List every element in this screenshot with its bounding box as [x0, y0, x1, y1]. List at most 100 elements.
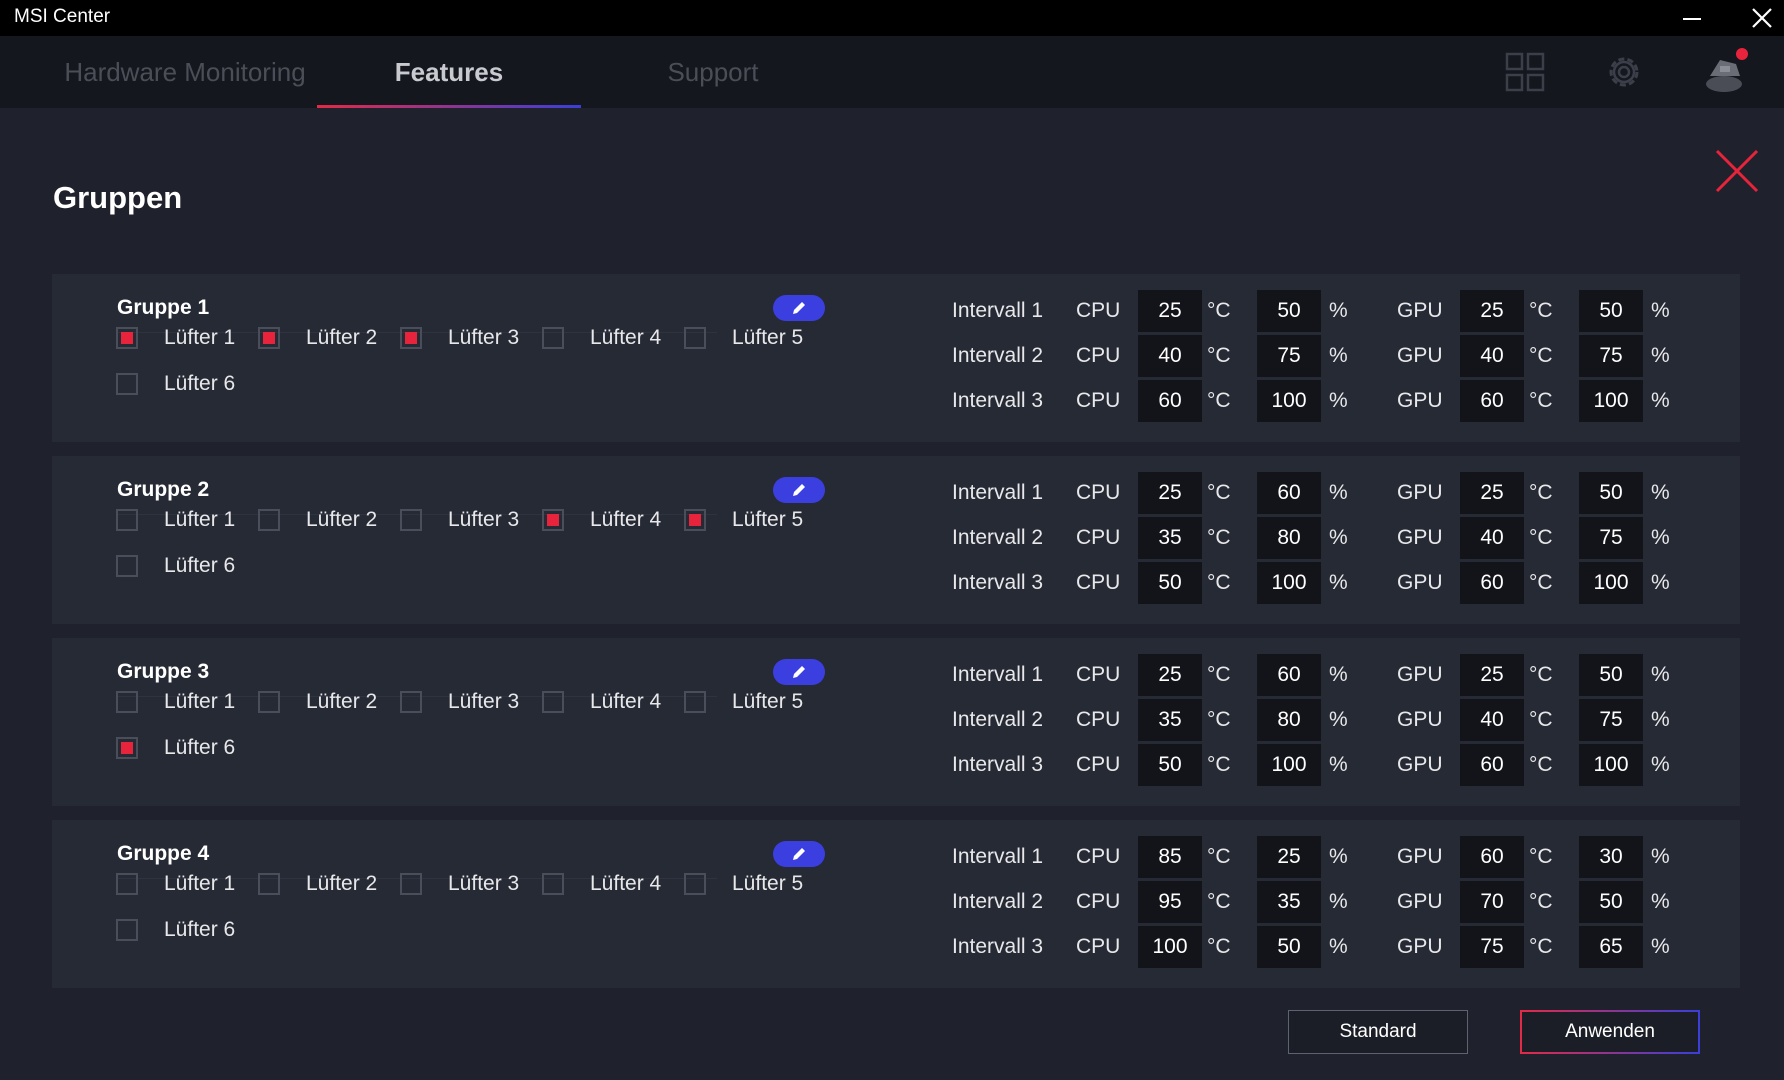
checkbox[interactable] — [258, 509, 280, 531]
fan-checkbox-item[interactable]: Lüfter 5 — [684, 324, 803, 352]
avatar-icon[interactable] — [1702, 46, 1752, 96]
gpu-fan-percent-input[interactable]: 50 — [1579, 654, 1643, 696]
gpu-fan-percent-input[interactable]: 50 — [1579, 290, 1643, 332]
checkbox[interactable] — [542, 873, 564, 895]
cpu-temp-input[interactable]: 25 — [1138, 290, 1202, 332]
fan-checkbox-item[interactable]: Lüfter 5 — [684, 870, 803, 898]
checkbox[interactable] — [400, 873, 422, 895]
checkbox[interactable] — [116, 373, 138, 395]
cpu-temp-input[interactable]: 60 — [1138, 380, 1202, 422]
grid-icon[interactable] — [1503, 50, 1547, 94]
checkbox[interactable] — [684, 691, 706, 713]
gpu-temp-input[interactable]: 25 — [1460, 290, 1524, 332]
fan-checkbox-item[interactable]: Lüfter 3 — [400, 870, 519, 898]
gpu-temp-input[interactable]: 40 — [1460, 699, 1524, 741]
checkbox[interactable] — [542, 509, 564, 531]
cpu-fan-percent-input[interactable]: 80 — [1257, 517, 1321, 559]
edit-group-button[interactable] — [773, 477, 825, 503]
cpu-fan-percent-input[interactable]: 50 — [1257, 290, 1321, 332]
cpu-temp-input[interactable]: 95 — [1138, 881, 1202, 923]
minimize-button[interactable] — [1666, 0, 1718, 36]
cpu-temp-input[interactable]: 50 — [1138, 562, 1202, 604]
fan-checkbox-item[interactable]: Lüfter 4 — [542, 324, 661, 352]
cpu-temp-input[interactable]: 25 — [1138, 472, 1202, 514]
gpu-fan-percent-input[interactable]: 50 — [1579, 472, 1643, 514]
cpu-fan-percent-input[interactable]: 25 — [1257, 836, 1321, 878]
gpu-temp-input[interactable]: 25 — [1460, 654, 1524, 696]
checkbox[interactable] — [258, 873, 280, 895]
checkbox[interactable] — [116, 555, 138, 577]
fan-checkbox-item[interactable]: Lüfter 1 — [116, 324, 235, 352]
gpu-temp-input[interactable]: 25 — [1460, 472, 1524, 514]
checkbox[interactable] — [684, 873, 706, 895]
fan-checkbox-item[interactable]: Lüfter 5 — [684, 688, 803, 716]
fan-checkbox-item[interactable]: Lüfter 4 — [542, 870, 661, 898]
gpu-temp-input[interactable]: 75 — [1460, 926, 1524, 968]
checkbox[interactable] — [116, 919, 138, 941]
fan-checkbox-item[interactable]: Lüfter 6 — [116, 916, 235, 944]
window-close-button[interactable] — [1736, 0, 1784, 36]
gpu-temp-input[interactable]: 60 — [1460, 744, 1524, 786]
panel-close-icon[interactable] — [1714, 148, 1760, 194]
fan-checkbox-item[interactable]: Lüfter 2 — [258, 688, 377, 716]
cpu-fan-percent-input[interactable]: 35 — [1257, 881, 1321, 923]
cpu-fan-percent-input[interactable]: 80 — [1257, 699, 1321, 741]
cpu-fan-percent-input[interactable]: 60 — [1257, 654, 1321, 696]
edit-group-button[interactable] — [773, 295, 825, 321]
gpu-temp-input[interactable]: 70 — [1460, 881, 1524, 923]
fan-checkbox-item[interactable]: Lüfter 6 — [116, 734, 235, 762]
checkbox[interactable] — [542, 327, 564, 349]
checkbox[interactable] — [116, 509, 138, 531]
gpu-fan-percent-input[interactable]: 75 — [1579, 335, 1643, 377]
fan-checkbox-item[interactable]: Lüfter 6 — [116, 370, 235, 398]
gpu-fan-percent-input[interactable]: 65 — [1579, 926, 1643, 968]
checkbox[interactable] — [116, 873, 138, 895]
fan-checkbox-item[interactable]: Lüfter 2 — [258, 870, 377, 898]
cpu-fan-percent-input[interactable]: 100 — [1257, 744, 1321, 786]
gpu-fan-percent-input[interactable]: 100 — [1579, 380, 1643, 422]
fan-checkbox-item[interactable]: Lüfter 2 — [258, 324, 377, 352]
gear-icon[interactable] — [1602, 50, 1646, 94]
gpu-temp-input[interactable]: 60 — [1460, 562, 1524, 604]
cpu-temp-input[interactable]: 35 — [1138, 517, 1202, 559]
checkbox[interactable] — [542, 691, 564, 713]
edit-group-button[interactable] — [773, 659, 825, 685]
cpu-temp-input[interactable]: 100 — [1138, 926, 1202, 968]
cpu-temp-input[interactable]: 40 — [1138, 335, 1202, 377]
tab-features[interactable]: Features — [317, 36, 581, 108]
checkbox[interactable] — [684, 509, 706, 531]
checkbox[interactable] — [116, 691, 138, 713]
standard-button[interactable]: Standard — [1288, 1010, 1468, 1054]
cpu-temp-input[interactable]: 50 — [1138, 744, 1202, 786]
fan-checkbox-item[interactable]: Lüfter 4 — [542, 506, 661, 534]
checkbox[interactable] — [400, 327, 422, 349]
checkbox[interactable] — [400, 509, 422, 531]
checkbox[interactable] — [116, 327, 138, 349]
gpu-temp-input[interactable]: 40 — [1460, 517, 1524, 559]
cpu-temp-input[interactable]: 25 — [1138, 654, 1202, 696]
gpu-fan-percent-input[interactable]: 50 — [1579, 881, 1643, 923]
cpu-fan-percent-input[interactable]: 60 — [1257, 472, 1321, 514]
edit-group-button[interactable] — [773, 841, 825, 867]
checkbox[interactable] — [258, 691, 280, 713]
gpu-fan-percent-input[interactable]: 100 — [1579, 744, 1643, 786]
fan-checkbox-item[interactable]: Lüfter 1 — [116, 870, 235, 898]
gpu-temp-input[interactable]: 60 — [1460, 836, 1524, 878]
tab-hardware-monitoring[interactable]: Hardware Monitoring — [53, 36, 317, 108]
cpu-fan-percent-input[interactable]: 100 — [1257, 562, 1321, 604]
fan-checkbox-item[interactable]: Lüfter 3 — [400, 506, 519, 534]
cpu-fan-percent-input[interactable]: 50 — [1257, 926, 1321, 968]
cpu-fan-percent-input[interactable]: 75 — [1257, 335, 1321, 377]
fan-checkbox-item[interactable]: Lüfter 1 — [116, 688, 235, 716]
gpu-fan-percent-input[interactable]: 30 — [1579, 836, 1643, 878]
apply-button[interactable]: Anwenden — [1520, 1010, 1700, 1054]
fan-checkbox-item[interactable]: Lüfter 6 — [116, 552, 235, 580]
cpu-fan-percent-input[interactable]: 100 — [1257, 380, 1321, 422]
gpu-temp-input[interactable]: 40 — [1460, 335, 1524, 377]
cpu-temp-input[interactable]: 85 — [1138, 836, 1202, 878]
fan-checkbox-item[interactable]: Lüfter 4 — [542, 688, 661, 716]
gpu-temp-input[interactable]: 60 — [1460, 380, 1524, 422]
gpu-fan-percent-input[interactable]: 75 — [1579, 699, 1643, 741]
fan-checkbox-item[interactable]: Lüfter 3 — [400, 324, 519, 352]
fan-checkbox-item[interactable]: Lüfter 1 — [116, 506, 235, 534]
